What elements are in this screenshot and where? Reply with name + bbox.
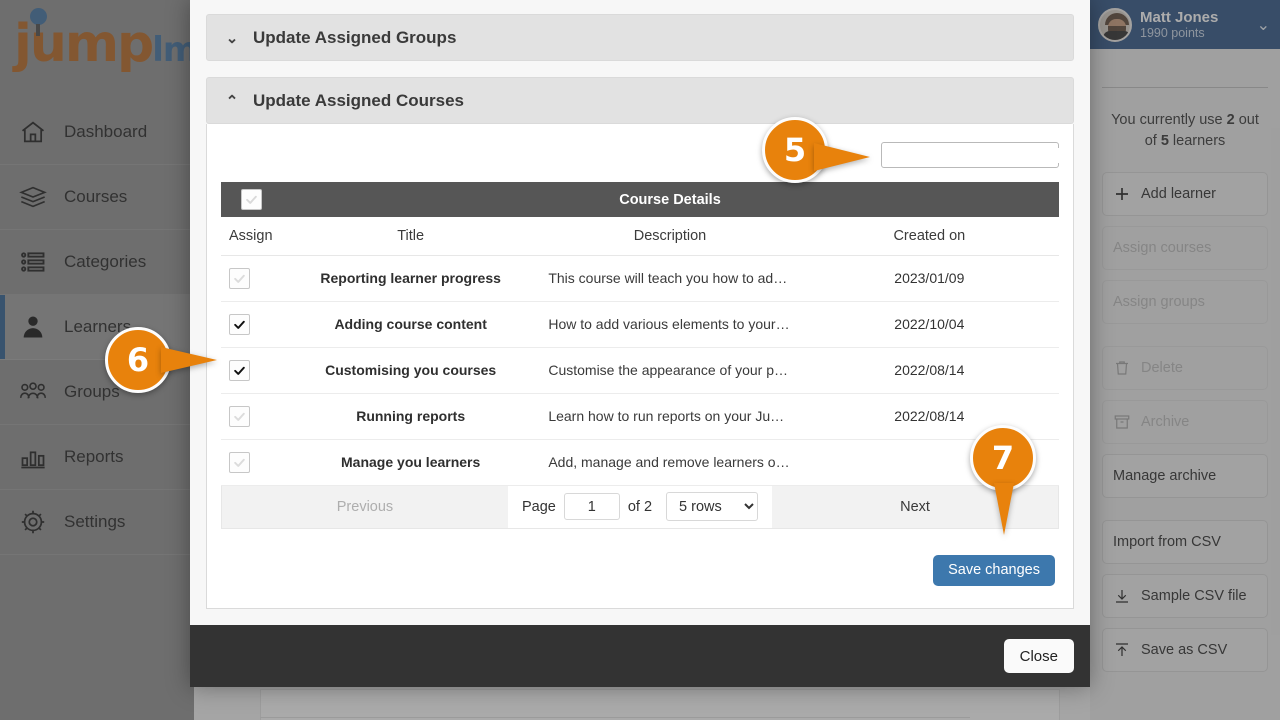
assign-checkbox[interactable] (229, 313, 250, 335)
table-row[interactable]: Customising you courses Customise the ap… (221, 347, 1059, 394)
save-changes-button[interactable]: Save changes (933, 554, 1055, 586)
accordion-update-assigned-groups[interactable]: ⌄ Update Assigned Groups (206, 14, 1074, 61)
select-all-checkbox[interactable] (240, 188, 262, 210)
page-total-label: of 2 (627, 498, 653, 515)
assign-checkbox[interactable] (229, 267, 250, 289)
pagination-controls: Page of 2 5 rows10 rows25 rows50 rows (507, 485, 773, 528)
row-description: How to add various elements to your cour… (540, 301, 800, 348)
row-title: Adding course content (281, 301, 541, 348)
row-assign-cell[interactable] (221, 347, 281, 394)
modal-footer: Close (190, 625, 1090, 687)
assign-checkbox[interactable] (229, 405, 250, 427)
step-marker-7: 7 (970, 425, 1036, 535)
row-created-on: 2022/10/04 (799, 301, 1059, 348)
modal-body: ⌄ Update Assigned Groups ⌃ Update Assign… (190, 0, 1090, 625)
row-assign-cell[interactable] (221, 439, 281, 486)
accordion-courses-wrapper: ⌃ Update Assigned Courses Course Details… (206, 77, 1074, 609)
accordion-update-assigned-courses[interactable]: ⌃ Update Assigned Courses (206, 77, 1074, 124)
accordion-label: Update Assigned Groups (253, 27, 457, 47)
column-header-title: Title (281, 217, 541, 256)
row-assign-cell[interactable] (221, 255, 281, 302)
table-header-row: Assign Title Description Created on (221, 217, 1059, 256)
table-row[interactable]: Running reports Learn how to run reports… (221, 393, 1059, 440)
row-description: Customise the appearance of your portal … (540, 347, 800, 394)
table-row[interactable]: Adding course content How to add various… (221, 301, 1059, 348)
select-all-cell[interactable] (221, 182, 281, 217)
step-marker-6-pointer (161, 347, 217, 373)
row-assign-cell[interactable] (221, 301, 281, 348)
table-banner-row: Course Details (221, 182, 1059, 217)
chevron-up-icon: ⌃ (225, 92, 239, 110)
search-input[interactable] (892, 147, 1068, 163)
rows-per-page-select[interactable]: 5 rows10 rows25 rows50 rows (666, 492, 759, 521)
column-header-created-on: Created on (799, 217, 1059, 256)
assign-checkbox[interactable] (229, 359, 250, 381)
pagination-bar: Previous Page of 2 5 rows10 rows25 rows5… (221, 485, 1059, 529)
step-marker-6: 6 (105, 327, 217, 393)
previous-page-button[interactable]: Previous (222, 485, 508, 528)
assign-checkbox[interactable] (229, 451, 250, 473)
row-description: This course will teach you how to add lo… (540, 255, 800, 302)
table-row[interactable]: Manage you learners Add, manage and remo… (221, 439, 1059, 486)
row-title: Running reports (281, 393, 541, 440)
search-box[interactable] (881, 142, 1068, 168)
row-title: Reporting learner progress (281, 255, 541, 302)
courses-table: Course Details Assign Title Description … (221, 182, 1059, 486)
row-created-on: 2023/01/09 (799, 255, 1059, 302)
step-marker-5: 5 (762, 117, 870, 183)
step-marker-7-bubble: 7 (970, 425, 1036, 491)
step-marker-5-pointer (814, 143, 870, 171)
page-label: Page (521, 498, 556, 515)
chevron-down-icon: ⌄ (225, 29, 239, 47)
row-description: Add, manage and remove learners on your … (540, 439, 800, 486)
screen-root: jumplm Dashboard Courses Categories Lear… (0, 0, 1280, 720)
row-title: Manage you learners (281, 439, 541, 486)
row-assign-cell[interactable] (221, 393, 281, 440)
table-banner-title: Course Details (281, 182, 1059, 217)
courses-panel: Course Details Assign Title Description … (206, 124, 1074, 609)
save-row: Save changes (221, 529, 1059, 592)
assign-courses-modal: ⌄ Update Assigned Groups ⌃ Update Assign… (190, 0, 1090, 687)
column-header-assign: Assign (221, 217, 281, 256)
table-row[interactable]: Reporting learner progress This course w… (221, 255, 1059, 302)
row-title: Customising you courses (281, 347, 541, 394)
page-number-input[interactable] (563, 493, 620, 520)
close-button[interactable]: Close (1003, 639, 1074, 673)
row-created-on: 2022/08/14 (799, 347, 1059, 394)
step-marker-7-pointer (994, 483, 1014, 535)
accordion-label: Update Assigned Courses (253, 90, 464, 110)
column-header-description: Description (540, 217, 800, 256)
row-description: Learn how to run reports on your JumpLMS… (540, 393, 800, 440)
next-page-button[interactable]: Next (772, 485, 1058, 528)
search-row (221, 142, 1068, 182)
